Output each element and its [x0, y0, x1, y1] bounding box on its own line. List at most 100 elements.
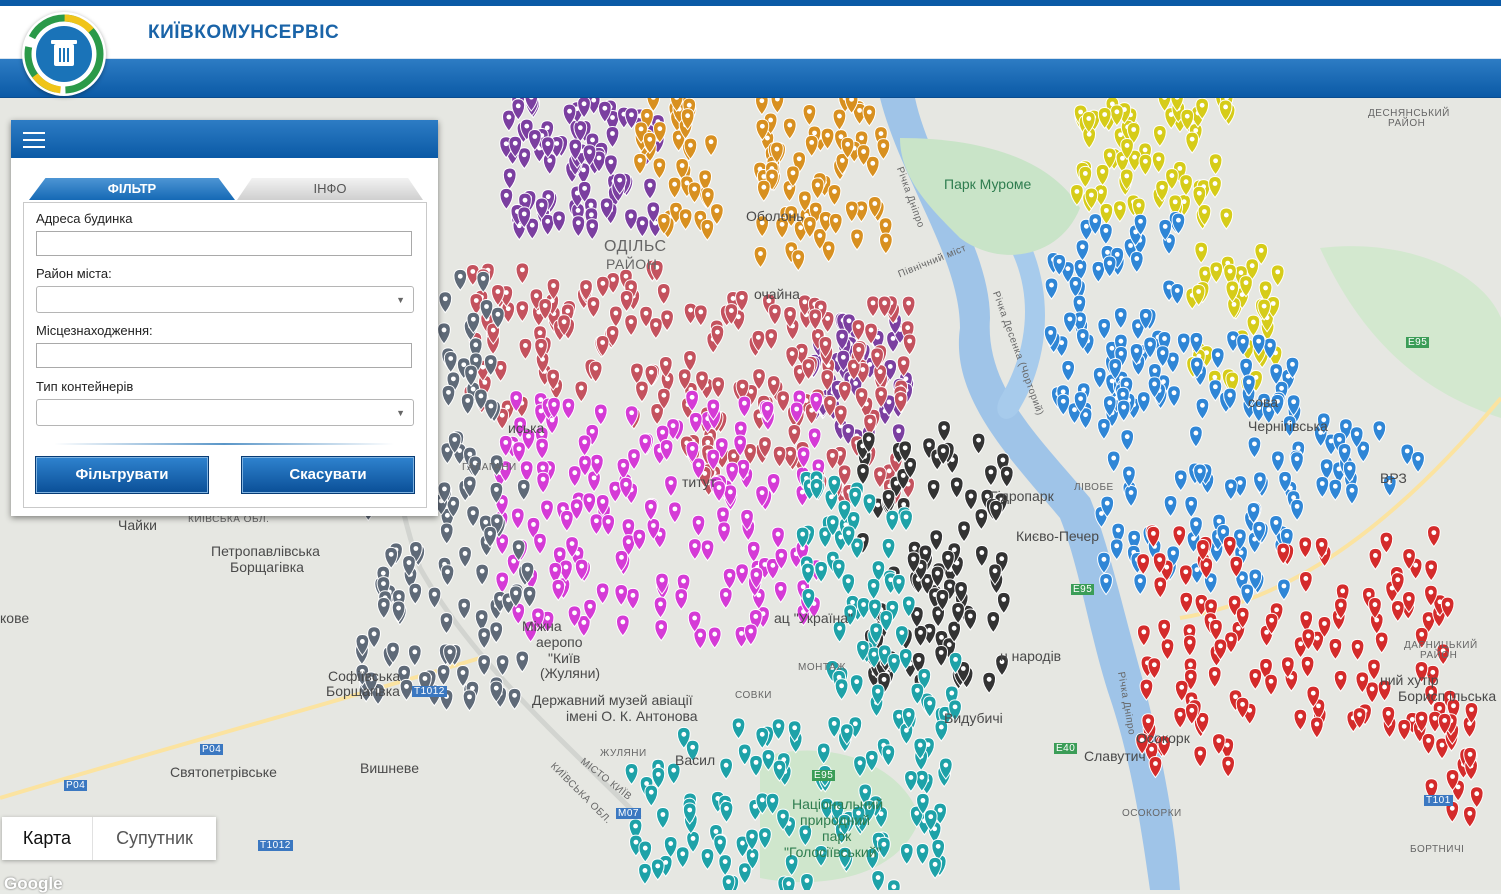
container-marker-dot	[478, 393, 484, 399]
container-marker-dot	[871, 582, 877, 588]
container-marker-dot	[797, 369, 803, 374]
location-label: Місцезнаходження:	[36, 323, 153, 338]
address-input[interactable]	[36, 231, 412, 256]
container-marker-dot	[739, 630, 744, 636]
container-marker-dot	[798, 225, 804, 231]
container-marker-dot	[572, 610, 577, 616]
address-label: Адреса будинка	[36, 211, 133, 226]
container-marker-dot	[825, 132, 830, 138]
container-marker-icon	[1469, 786, 1484, 809]
location-input[interactable]	[36, 343, 412, 368]
container-marker-dot	[1126, 470, 1132, 476]
container-marker-dot	[859, 135, 864, 141]
tab-info[interactable]: ІНФО	[237, 178, 423, 200]
container-marker-icon	[876, 138, 891, 161]
container-marker-dot	[1415, 456, 1421, 461]
container-marker-dot	[935, 610, 941, 616]
container-marker-dot	[920, 848, 925, 853]
container-marker-dot	[494, 518, 500, 524]
container-marker-dot	[768, 117, 774, 123]
container-marker-icon	[837, 380, 852, 403]
container-marker-dot	[1187, 628, 1192, 634]
container-marker-dot	[1170, 550, 1176, 556]
container-marker-dot	[575, 208, 581, 213]
hamburger-menu-icon[interactable]	[23, 132, 45, 148]
container-marker-dot	[1183, 179, 1189, 185]
brand-title[interactable]: КИЇВКОМУНСЕРВІС	[148, 22, 339, 44]
container-marker-dot	[1120, 391, 1126, 397]
container-marker-dot	[683, 213, 689, 219]
container-marker-dot	[759, 490, 765, 496]
container-marker-icon	[678, 208, 693, 231]
container-marker-dot	[778, 585, 784, 591]
container-marker-icon	[587, 470, 601, 493]
container-marker-icon	[399, 678, 414, 702]
container-marker-dot	[524, 123, 530, 129]
container-marker-dot	[480, 276, 486, 281]
container-marker-dot	[1268, 678, 1274, 684]
container-marker-dot	[1065, 364, 1071, 370]
container-marker-dot	[655, 771, 661, 777]
container-marker-dot	[1098, 189, 1104, 195]
container-marker-icon	[1219, 207, 1234, 230]
container-marker-dot	[422, 676, 428, 681]
container-marker-dot	[515, 512, 521, 518]
container-marker-dot	[1274, 607, 1279, 613]
container-marker-icon	[1163, 495, 1178, 518]
container-marker-dot	[833, 217, 839, 223]
container-marker-icon	[1170, 282, 1185, 306]
container-marker-dot	[1165, 643, 1170, 649]
container-marker-dot	[1049, 282, 1054, 288]
container-marker-icon	[1374, 631, 1389, 654]
container-marker-dot	[442, 486, 447, 492]
container-marker-icon	[1223, 478, 1238, 501]
container-marker-dot	[898, 396, 904, 401]
container-marker-dot	[955, 607, 961, 612]
container-marker-dot	[753, 759, 759, 765]
tab-filter[interactable]: ФІЛЬТР	[29, 178, 235, 200]
container-marker-dot	[591, 475, 597, 481]
map-type-map-button[interactable]: Карта	[2, 817, 93, 860]
container-marker-dot	[778, 552, 784, 558]
container-marker-dot	[1196, 289, 1202, 294]
recycle-bin-logo-icon[interactable]	[22, 12, 106, 96]
container-marker-dot	[1238, 550, 1244, 556]
map-type-satellite-button[interactable]: Супутник	[93, 817, 216, 860]
container-type-select[interactable]: ▼	[36, 399, 414, 426]
container-marker-dot	[889, 604, 895, 610]
container-marker-dot	[693, 416, 699, 422]
container-marker-dot	[479, 568, 485, 574]
container-marker-dot	[1233, 560, 1239, 566]
container-marker-dot	[742, 748, 748, 754]
container-marker-dot	[529, 222, 535, 228]
container-marker-icon	[1185, 131, 1200, 154]
container-marker-dot	[1216, 738, 1222, 744]
container-marker-dot	[804, 878, 810, 883]
container-marker-dot	[765, 405, 770, 411]
container-marker-dot	[499, 499, 505, 504]
container-marker-dot	[692, 543, 698, 549]
container-marker-dot	[483, 519, 489, 525]
container-marker-dot	[885, 749, 891, 755]
container-marker-dot	[554, 141, 560, 146]
container-marker-dot	[689, 446, 695, 451]
cancel-button[interactable]: Скасувати	[241, 456, 415, 494]
container-marker-icon	[737, 395, 752, 418]
container-marker-dot	[660, 812, 666, 817]
road-shield: T101	[1424, 795, 1453, 806]
filter-button[interactable]: Фільтрувати	[35, 456, 209, 494]
container-marker-icon	[1097, 417, 1111, 441]
container-marker-dot	[907, 461, 913, 467]
container-marker-icon	[453, 268, 468, 292]
container-marker-icon	[984, 464, 998, 487]
filter-form: Адреса будинка Район міста: ▼ Місцезнахо…	[23, 202, 427, 508]
container-marker-dot	[839, 683, 844, 689]
container-marker-icon	[660, 309, 674, 332]
container-marker-dot	[498, 365, 504, 370]
container-marker-dot	[911, 556, 916, 562]
container-marker-dot	[1227, 540, 1233, 546]
container-marker-icon	[1421, 732, 1436, 756]
container-marker-dot	[481, 632, 487, 637]
container-marker-icon	[693, 304, 708, 327]
district-select[interactable]: ▼	[36, 286, 414, 313]
